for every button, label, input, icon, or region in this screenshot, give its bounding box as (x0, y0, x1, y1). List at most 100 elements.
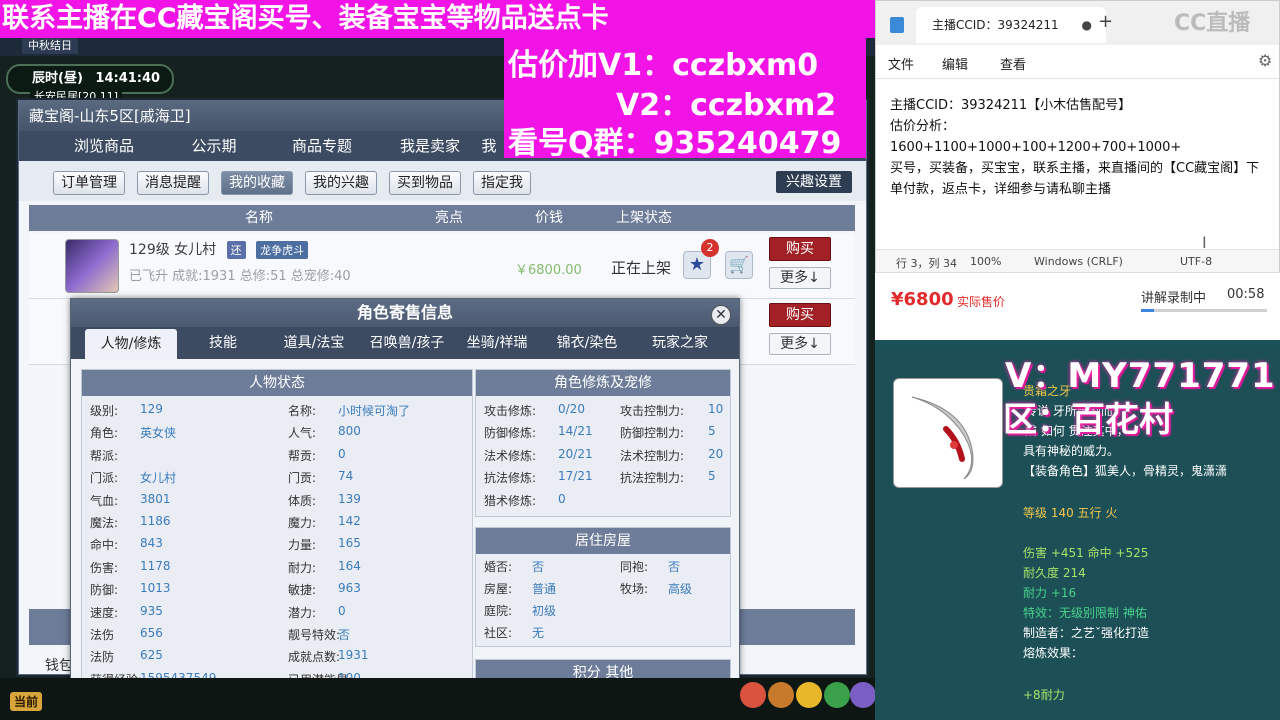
shortcut-icon[interactable] (796, 682, 822, 708)
notepad-tab[interactable]: 主播CCID：39324211 ● (916, 7, 1106, 43)
stat-value: 963 (338, 581, 361, 596)
stat-value: 0 (558, 491, 566, 506)
stat-label: 帮贡: (288, 448, 317, 463)
item-durability: 耐久度 214 (1023, 566, 1086, 580)
notepad-tab-title: 主播CCID：39324211 (932, 18, 1059, 32)
cc-logo: CC直播 (1174, 11, 1251, 36)
nav-topics[interactable]: 商品专题 (267, 131, 377, 161)
stat-value: 10 (708, 402, 724, 416)
stat-label: 名称: (288, 404, 317, 418)
tab-pets[interactable]: 召唤兽/孩子 (361, 327, 453, 359)
stat-label: 防御修炼: (484, 426, 537, 441)
tab-character[interactable]: 人物/修炼 (85, 329, 177, 359)
stat-value: 普通 (532, 582, 557, 596)
stat-label: 人气: (288, 426, 317, 441)
close-icon[interactable]: ✕ (711, 305, 731, 325)
menu-edit[interactable]: 编辑 (942, 54, 968, 73)
stat-label: 靓号特效: (288, 628, 341, 642)
buy-button[interactable]: 购买 (769, 303, 831, 327)
stat-label: 体质: (288, 493, 317, 508)
new-tab-icon[interactable]: + (1098, 11, 1113, 32)
stat-value: 小时候可淘了 (338, 404, 411, 418)
sub-bought[interactable]: 买到物品 (389, 171, 461, 195)
stat-value: 1931 (338, 648, 369, 663)
text-line: 1600+1100+1000+100+1200+700+1000+ (890, 140, 1182, 155)
stat-label: 社区: (484, 626, 513, 640)
nav-publicity[interactable]: 公示期 (159, 131, 269, 161)
text-line: 估价分析： (890, 119, 956, 134)
stat-value: 142 (338, 514, 361, 528)
nav-browse[interactable]: 浏览商品 (49, 131, 159, 161)
stat-label: 防御: (90, 583, 119, 598)
shortcut-icon[interactable] (824, 682, 850, 708)
stat-label: 婚否: (484, 560, 513, 574)
sub-orders[interactable]: 订单管理 (53, 171, 125, 195)
shortcut-icon[interactable] (768, 682, 794, 708)
more-button[interactable]: 更多↓ (769, 333, 831, 355)
shortcut-icon[interactable] (740, 682, 766, 708)
game-tab[interactable]: 中秋结日 (22, 38, 78, 54)
stat-label: 猎术修炼: (484, 493, 537, 508)
sub-favorites[interactable]: 我的收藏 (221, 171, 293, 195)
stat-label: 防御控制力: (620, 426, 685, 441)
cart-icon[interactable]: 🛒 (725, 251, 753, 279)
table-row[interactable]: 129级 女儿村 还 龙争虎斗 已飞升 成就:1931 总修:51 总宠修:40… (29, 233, 855, 299)
sub-interests[interactable]: 我的兴趣 (305, 171, 377, 195)
notepad-text[interactable]: 主播CCID：39324211【小木估售配号】 估价分析： 1600+1100+10… (890, 95, 1270, 200)
status-position: 行 3，列 34 (896, 257, 957, 270)
menu-file[interactable]: 文件 (888, 54, 914, 73)
col-highlight: 亮点 (435, 210, 463, 226)
favorite-count-badge: 2 (701, 239, 719, 257)
current-channel-button[interactable]: 当前 (10, 692, 43, 711)
item-maker: 制造者：之艺ˇ强化打造 (1023, 626, 1150, 640)
curved-blade-icon (911, 396, 974, 480)
stat-value: 1186 (140, 514, 171, 528)
nav-mine[interactable]: 我 (469, 131, 509, 161)
cultivation-panel: 角色修炼及宠修 攻击修炼: 0/20 攻击控制力: 10 防御修炼: 14/21 防御控制力… (475, 369, 731, 517)
tab-outfits[interactable]: 锦衣/染色 (547, 327, 627, 359)
stat-label: 魔力: (288, 516, 317, 530)
stat-label: 魔法: (90, 516, 119, 530)
settings-gear-icon[interactable]: ⚙ (1258, 51, 1272, 70)
stat-label: 牧场: (620, 582, 649, 596)
clock-label: 辰时(昼) (32, 71, 83, 86)
stat-label: 法术控制力: (620, 448, 685, 463)
status-eol: Windows (CRLF) (1034, 255, 1123, 268)
sub-messages[interactable]: 消息提醒 (137, 171, 209, 195)
buy-button[interactable]: 购买 (769, 237, 831, 261)
status-zoom: 100% (970, 255, 1002, 268)
stat-value: 高级 (668, 582, 693, 596)
house-panel-header: 居住房屋 (476, 528, 730, 554)
stat-value: 164 (338, 558, 361, 573)
region-overlay: 区：百花村 (1003, 400, 1173, 440)
text-line: 买号，买装备，买宝宝，联系主播，来直播间的【CC藏宝阁】下单付款，返点卡，详细参… (890, 161, 1260, 197)
stat-label: 法伤 (90, 628, 115, 642)
row-tag-return: 还 (226, 241, 246, 259)
contact-wechat-overlay: V：MY771771 (1005, 356, 1276, 396)
tab-home[interactable]: 玩家之家 (637, 327, 723, 359)
menu-view[interactable]: 查看 (1000, 54, 1026, 73)
stat-label: 潜力: (288, 605, 317, 620)
sub-assigned[interactable]: 指定我 (473, 171, 531, 195)
row-level-school: 129级 女儿村 (129, 242, 217, 258)
sale-price-bar: ¥6800 实际售价 讲解录制中 00:58 (875, 272, 1280, 340)
interest-settings-button[interactable]: 兴趣设置 (776, 171, 852, 193)
stat-label: 法术修炼: (484, 448, 537, 463)
tab-mounts[interactable]: 坐骑/祥瑞 (457, 327, 537, 359)
shortcut-icon[interactable] (850, 682, 875, 708)
row-stats: 已飞升 成就:1931 总修:51 总宠修:40 (129, 269, 351, 284)
item-level: 等级 140 五行 火 (1023, 506, 1118, 520)
stat-label: 角色: (90, 426, 119, 441)
stat-value: 初级 (532, 604, 557, 618)
promo-v1: 估价加V1：cczbxm0 (508, 48, 819, 83)
promo-qq: 看号Q群：935240479 (508, 126, 842, 161)
stat-label: 帮派: (90, 448, 119, 463)
more-button[interactable]: 更多↓ (769, 267, 831, 289)
right-panel: 主播CCID：39324211 ● + CC直播 文件 编辑 查看 ⚙ 主播CC… (875, 0, 1280, 720)
tab-skills[interactable]: 技能 (183, 327, 263, 359)
sale-price: ¥6800 (891, 289, 954, 310)
tab-items[interactable]: 道具/法宝 (271, 327, 357, 359)
promo-contact-box: 估价加V1：cczbxm0 V2：cczbxm2 看号Q群：935240479 (504, 38, 866, 161)
recording-time: 00:58 (1227, 287, 1265, 302)
stat-label: 门派: (90, 471, 119, 486)
